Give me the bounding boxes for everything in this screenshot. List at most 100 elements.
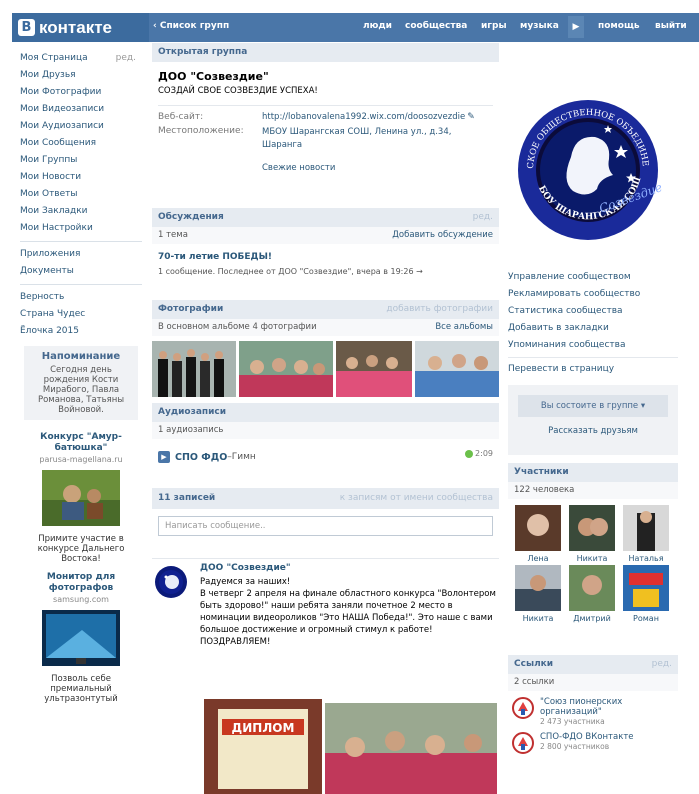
add-discussion-link[interactable]: Добавить обсуждение	[392, 227, 493, 244]
audio-track[interactable]: ▶ СПО ФДО – Гимн 2:09	[152, 439, 499, 463]
member-avatar[interactable]	[623, 505, 669, 551]
website-label: Веб-сайт:	[158, 112, 204, 122]
ext-link-name[interactable]: СПО-ФДО ВКонтакте	[540, 732, 670, 742]
nav-people[interactable]: люди	[363, 21, 392, 31]
nav-help[interactable]: помощь	[598, 21, 640, 31]
member-tile[interactable]: Наталья	[620, 505, 672, 563]
photos-header[interactable]: Фотографии добавить фотографии	[152, 300, 499, 319]
member-avatar[interactable]	[569, 505, 615, 551]
group-emblem[interactable]: ДЕТСКОЕ ОБЩЕСТВЕННОЕ ОБЪЕДИНЕНИЕ МБОУ ША…	[513, 95, 663, 245]
topic-meta[interactable]: 1 сообщение. Последнее от ДОО "Созвездие…	[158, 267, 493, 276]
reminder-text[interactable]: Сегодня день рождения Кости Мирабого, Па…	[29, 365, 133, 415]
app-link[interactable]: Верность	[20, 289, 142, 306]
play-icon[interactable]: ▶	[158, 451, 170, 463]
post-input[interactable]: Написать сообщение..	[158, 516, 493, 536]
member-name[interactable]: Наталья	[620, 554, 672, 563]
menu-apps[interactable]: Приложения	[20, 246, 142, 263]
diploma-text: ДИПЛОМ	[232, 721, 295, 735]
ext-link-sub: 2 800 участников	[540, 742, 610, 751]
post-photo[interactable]: ДИПЛОМ	[204, 699, 322, 794]
menu-settings[interactable]: Мои Настройки	[20, 220, 142, 237]
menu-news[interactable]: Мои Новости	[20, 169, 142, 186]
menu-groups[interactable]: Мои Группы	[20, 152, 142, 169]
app-link[interactable]: Ёлочка 2015	[20, 323, 142, 340]
member-tile[interactable]: Никита	[566, 505, 618, 563]
menu-messages[interactable]: Мои Сообщения	[20, 135, 142, 152]
member-name[interactable]: Роман	[620, 614, 672, 623]
ad-title[interactable]: Монитор для фотографов	[26, 572, 136, 594]
app-link[interactable]: Страна Чудес	[20, 306, 142, 323]
menu-audio[interactable]: Мои Аудиозаписи	[20, 118, 142, 135]
fresh-news-link[interactable]: Свежие новости	[262, 163, 493, 173]
menu-documents[interactable]: Документы	[20, 263, 142, 280]
add-photos-link[interactable]: добавить фотографии	[386, 300, 493, 319]
menu-videos[interactable]: Мои Видеозаписи	[20, 101, 142, 118]
member-tile[interactable]: Роман	[620, 565, 672, 623]
links-edit[interactable]: ред.	[652, 655, 672, 674]
ad-block[interactable]: Конкурс "Амур-батюшка" parusa-magellana.…	[20, 432, 142, 564]
topic-title[interactable]: 70-ти летие ПОБЕДЫ!	[158, 252, 493, 262]
post-photo[interactable]	[325, 703, 497, 794]
location-label: Местоположение:	[158, 126, 244, 136]
statistics-link[interactable]: Статистика сообщества	[508, 303, 678, 320]
member-tile[interactable]: Дмитрий	[566, 565, 618, 623]
ext-link[interactable]: "Союз пионерских организаций" 2 473 участ…	[508, 697, 678, 726]
menu-edit-link[interactable]: ред.	[116, 50, 136, 67]
mentions-link[interactable]: Упоминания сообщества	[508, 337, 678, 354]
ext-link-name[interactable]: "Союз пионерских организаций"	[540, 697, 670, 717]
member-name[interactable]: Никита	[566, 554, 618, 563]
photo-thumbnail[interactable]	[415, 341, 499, 397]
wall-header[interactable]: 11 записей к записям от имени сообщества	[152, 488, 499, 509]
wall-block: 11 записей к записям от имени сообщества …	[152, 488, 499, 543]
member-name[interactable]: Никита	[512, 614, 564, 623]
members-header[interactable]: Участники	[508, 463, 678, 482]
menu-answers[interactable]: Мои Ответы	[20, 186, 142, 203]
member-tile[interactable]: Никита	[512, 565, 564, 623]
post-text-line1: Радуемся за наших!	[200, 577, 291, 587]
manage-community-link[interactable]: Управление сообществом	[508, 269, 678, 286]
logo[interactable]: Вконтакте	[12, 13, 149, 42]
add-bookmark-link[interactable]: Добавить в закладки	[508, 320, 678, 337]
member-name[interactable]: Лена	[512, 554, 564, 563]
member-avatar[interactable]	[569, 565, 615, 611]
nav-logout[interactable]: выйти	[655, 21, 687, 31]
member-status-button[interactable]: Вы состоите в группе ▾	[518, 395, 668, 417]
all-albums-link[interactable]: Все альбомы	[435, 319, 493, 336]
member-tile[interactable]: Лена	[512, 505, 564, 563]
photo-thumbnail[interactable]	[336, 341, 412, 397]
convert-to-page-link[interactable]: Перевести в страницу	[508, 361, 678, 378]
website-link[interactable]: http://lobanovalena1992.wix.com/doosozve…	[262, 112, 465, 122]
member-avatar[interactable]	[623, 565, 669, 611]
back-to-groups-link[interactable]: ‹ Список групп	[153, 21, 229, 31]
discussions-header[interactable]: Обсуждения ред.	[152, 208, 499, 227]
added-icon[interactable]	[465, 449, 474, 458]
nav-communities[interactable]: сообщества	[405, 21, 467, 31]
photo-thumbnail[interactable]	[239, 341, 333, 397]
monitor-image[interactable]	[42, 610, 120, 666]
menu-bookmarks[interactable]: Мои Закладки	[20, 203, 142, 220]
track-artist[interactable]: СПО ФДО	[175, 452, 227, 463]
menu-friends[interactable]: Мои Друзья	[20, 67, 142, 84]
nav-music[interactable]: музыка	[520, 21, 559, 31]
post-author[interactable]: ДОО "Созвездие"	[200, 563, 496, 573]
nav-more-arrow-icon[interactable]: ▶	[568, 16, 584, 38]
discussions-edit[interactable]: ред.	[473, 208, 493, 227]
member-avatar[interactable]	[515, 565, 561, 611]
ad-block[interactable]: Монитор для фотографов samsung.com Позво…	[20, 572, 142, 704]
author-avatar[interactable]	[154, 565, 188, 599]
nav-games[interactable]: игры	[481, 21, 507, 31]
advertise-link[interactable]: Рекламировать сообщество	[508, 286, 678, 303]
ad-title[interactable]: Конкурс "Амур-батюшка"	[26, 432, 136, 454]
ad-image[interactable]	[42, 470, 120, 526]
member-name[interactable]: Дмитрий	[566, 614, 618, 623]
tell-friends-link[interactable]: Рассказать друзьям	[508, 426, 678, 436]
location-link[interactable]: МБОУ Шарангская СОШ, Ленина ул., д.34, Ш…	[262, 126, 493, 152]
links-header[interactable]: Ссылки ред.	[508, 655, 678, 674]
member-avatar[interactable]	[515, 505, 561, 551]
link-icon: ✎	[467, 112, 475, 122]
wall-filter-link[interactable]: к записям от имени сообщества	[340, 488, 493, 509]
photo-thumbnail[interactable]	[152, 341, 236, 397]
post-text: В четверг 2 апреля на финале областного …	[200, 589, 496, 647]
menu-photos[interactable]: Мои Фотографии	[20, 84, 142, 101]
audio-header[interactable]: Аудиозаписи	[152, 403, 499, 422]
